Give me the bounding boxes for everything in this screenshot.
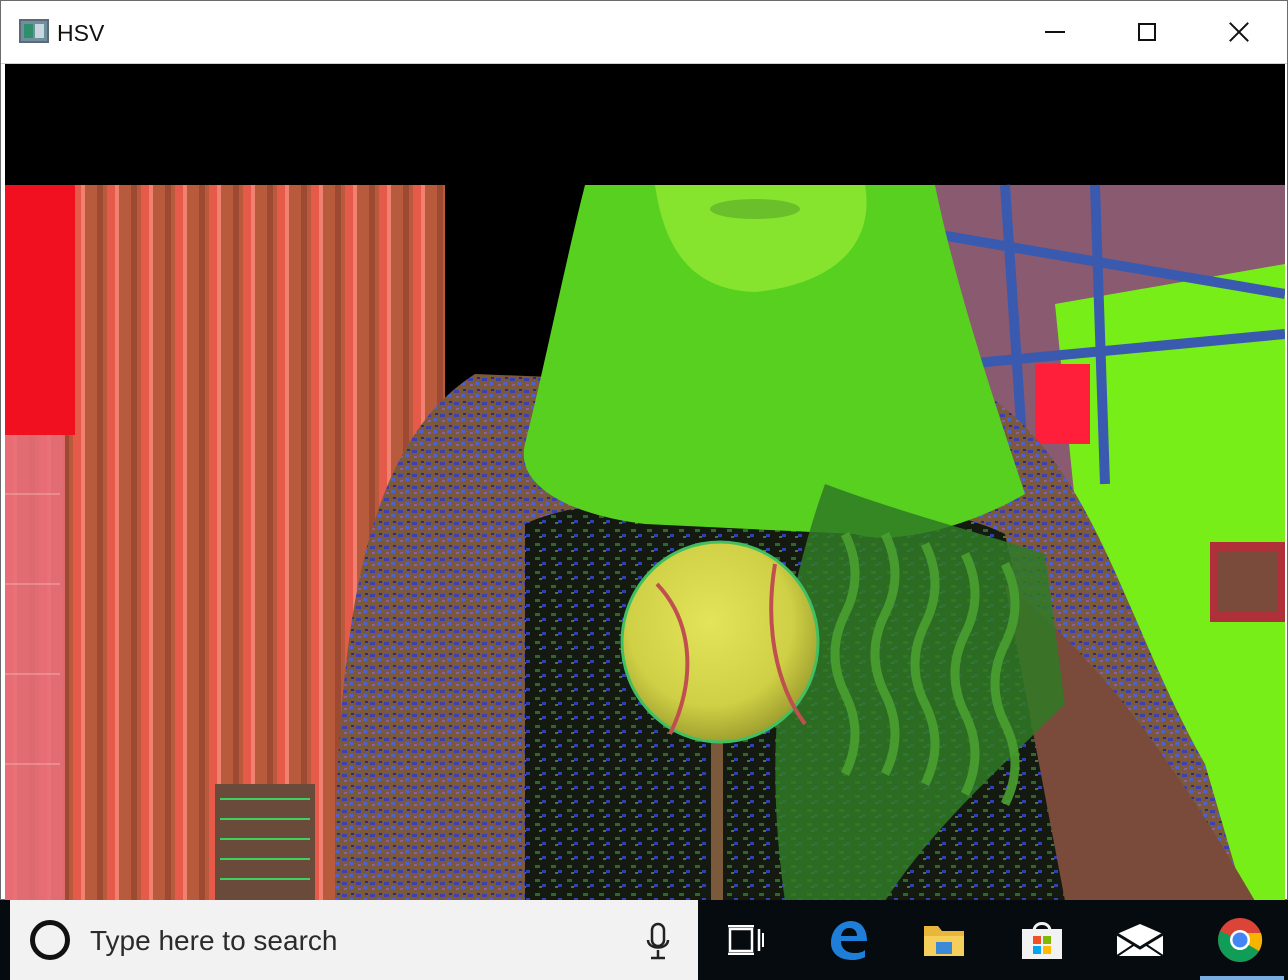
hsv-image [5,64,1285,901]
hsv-window: HSV [0,0,1288,901]
maximize-icon [1138,23,1156,41]
mail-button[interactable] [1096,900,1184,980]
screen: HSV Type here to search [0,0,1288,980]
store-button[interactable] [998,900,1086,980]
file-explorer-icon [924,926,964,956]
taskbar: Type here to search [0,900,1288,980]
active-app-indicator [1200,976,1284,980]
opencv-window-icon [19,19,49,43]
store-icon [1022,922,1062,959]
minimize-icon [1045,31,1065,33]
maximize-button[interactable] [1101,1,1193,63]
chrome-icon [1218,918,1263,962]
hsv-video-frame [5,64,1285,901]
close-icon [1228,21,1250,43]
task-view-button[interactable] [702,900,790,980]
minimize-button[interactable] [1009,1,1101,63]
task-view-icon [728,925,764,955]
edge-icon [831,921,867,960]
edge-button[interactable] [804,900,892,980]
mail-icon [1116,924,1164,957]
close-button[interactable] [1193,1,1285,63]
search-input[interactable]: Type here to search [90,925,337,957]
window-title: HSV [57,20,105,46]
file-explorer-button[interactable] [900,900,988,980]
search-box[interactable]: Type here to search [10,900,698,980]
cortana-icon[interactable] [30,920,70,960]
title-bar[interactable]: HSV [1,1,1287,64]
chrome-button[interactable] [1196,900,1284,980]
microphone-icon[interactable] [646,922,670,960]
